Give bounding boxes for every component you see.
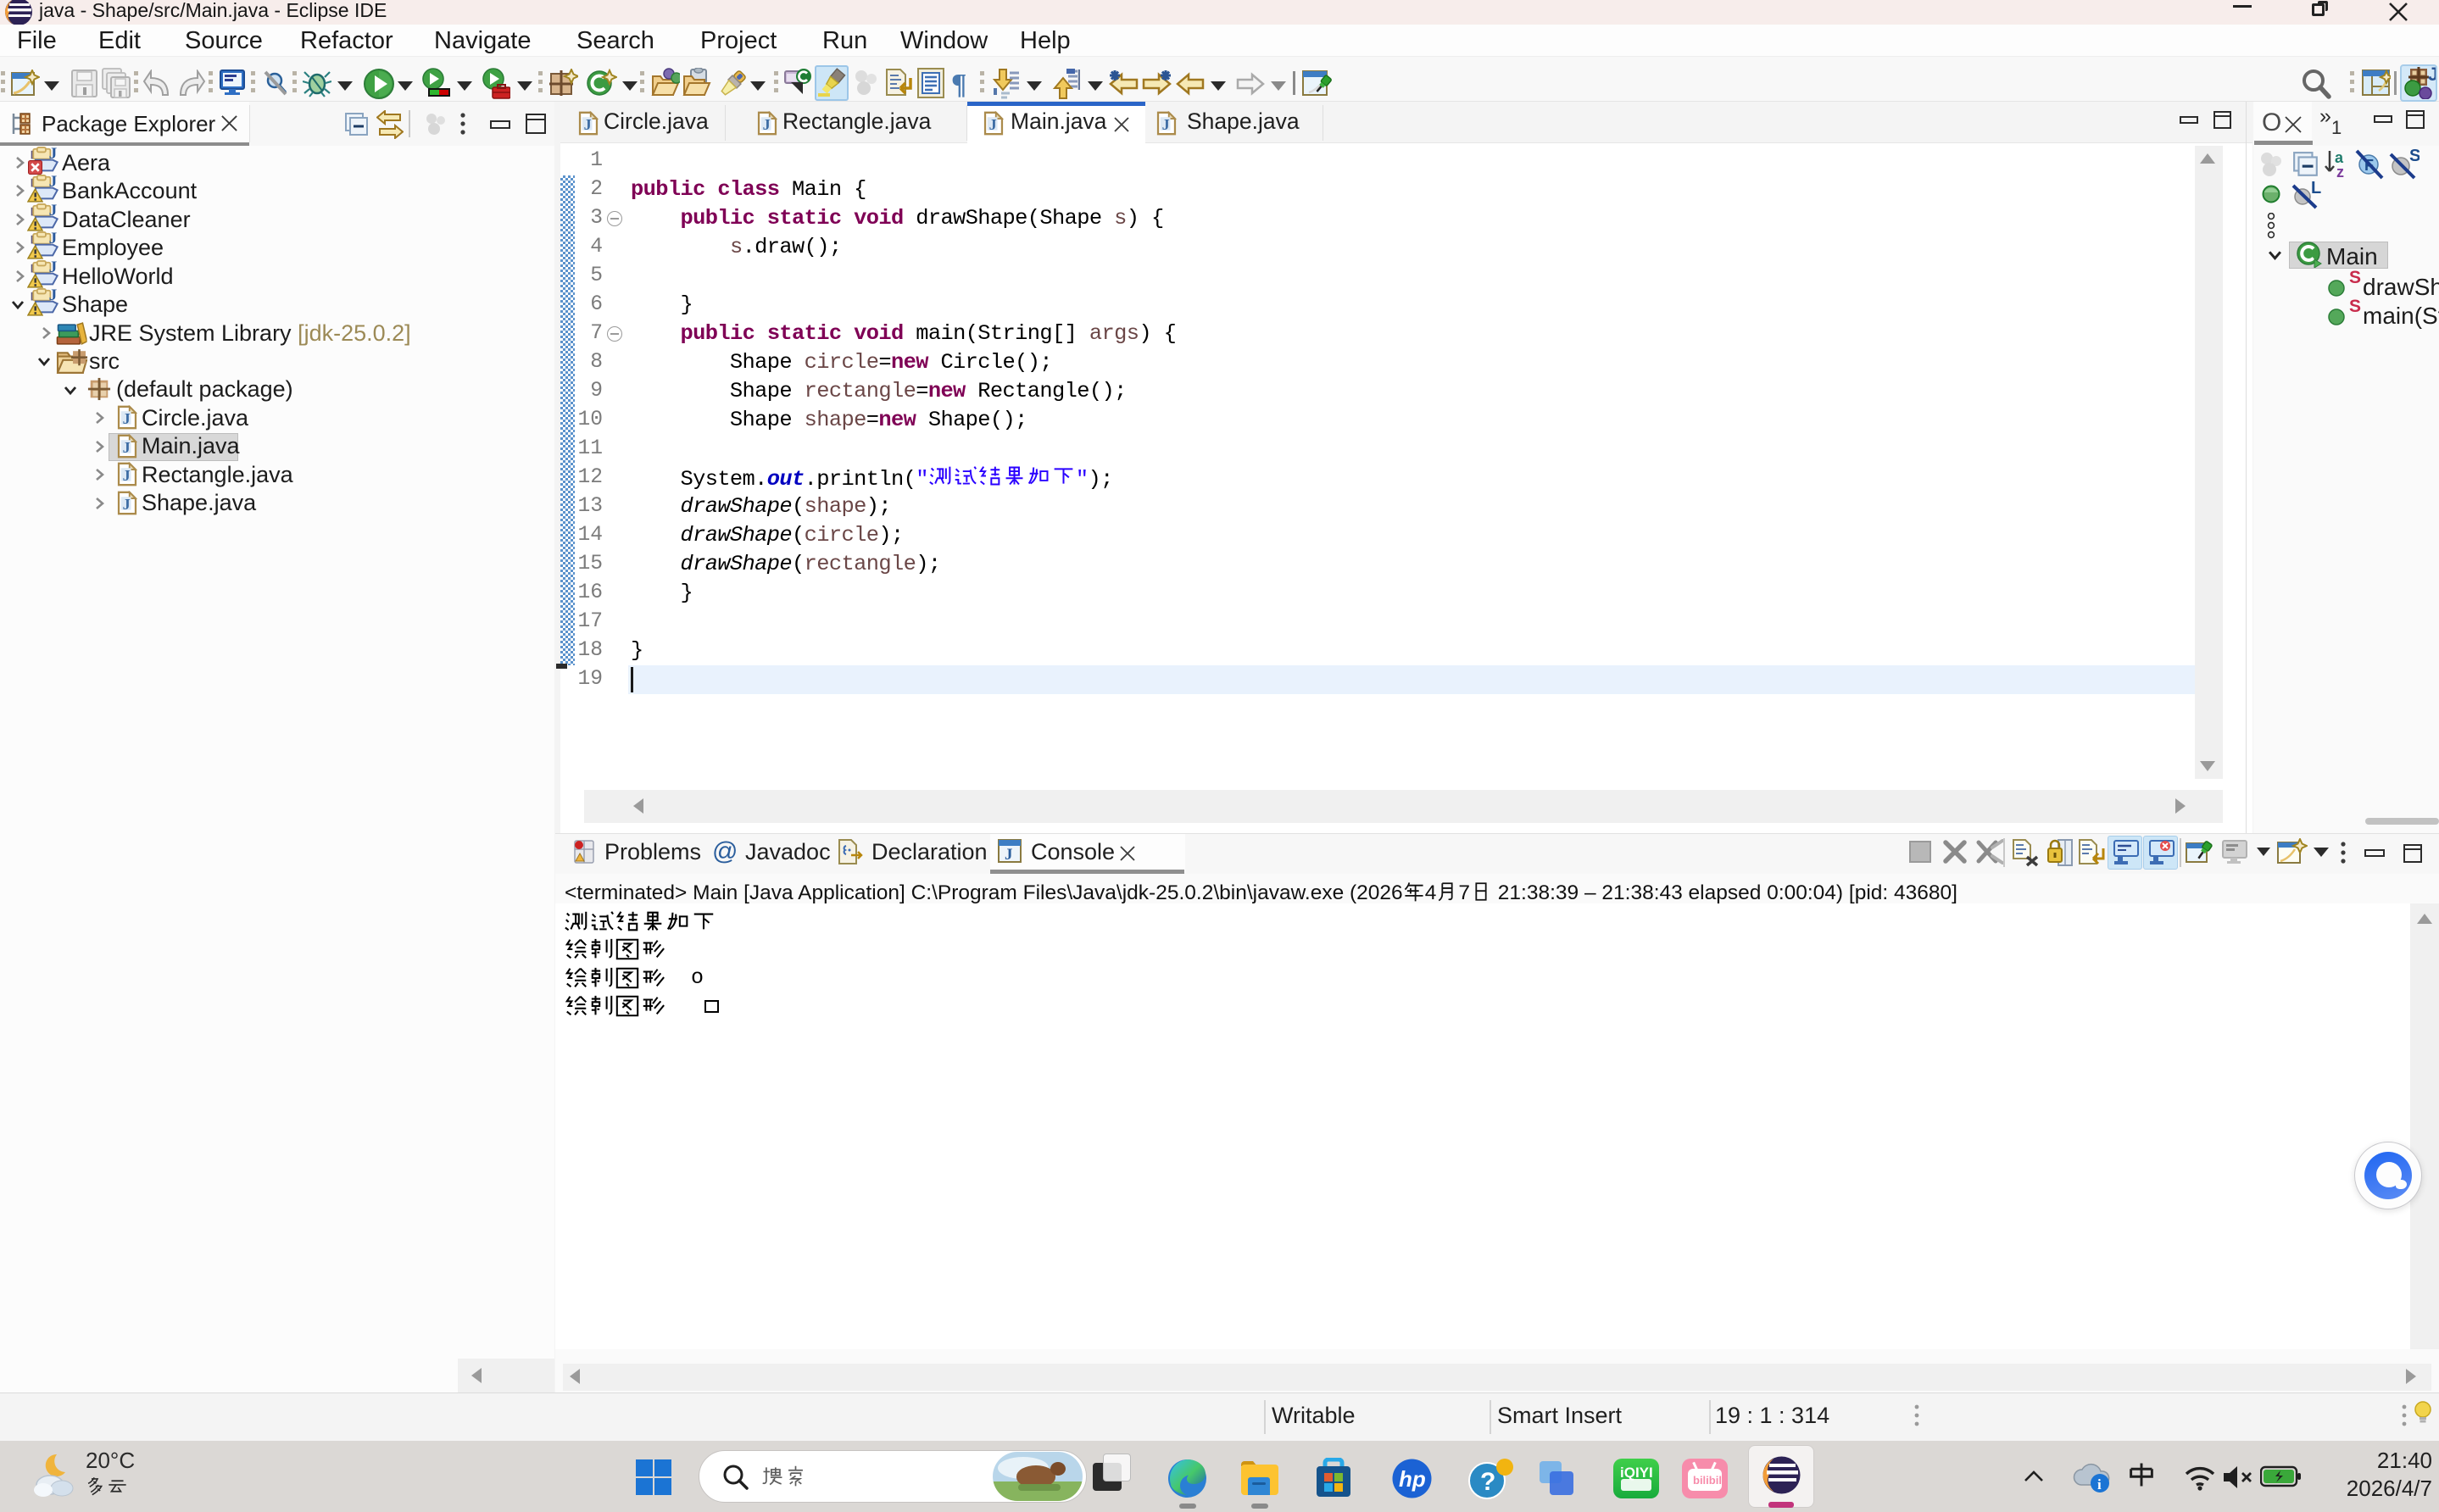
svg-text:S: S [2409,149,2420,165]
svg-text:hp: hp [1399,1466,1426,1492]
svg-text:?: ? [1480,1468,1495,1496]
svg-text:J: J [1005,846,1013,863]
svg-text:z: z [2336,164,2344,180]
svg-text:J: J [2428,67,2436,85]
svg-text:i: i [2097,1476,2102,1493]
svg-text:L: L [2311,180,2321,197]
